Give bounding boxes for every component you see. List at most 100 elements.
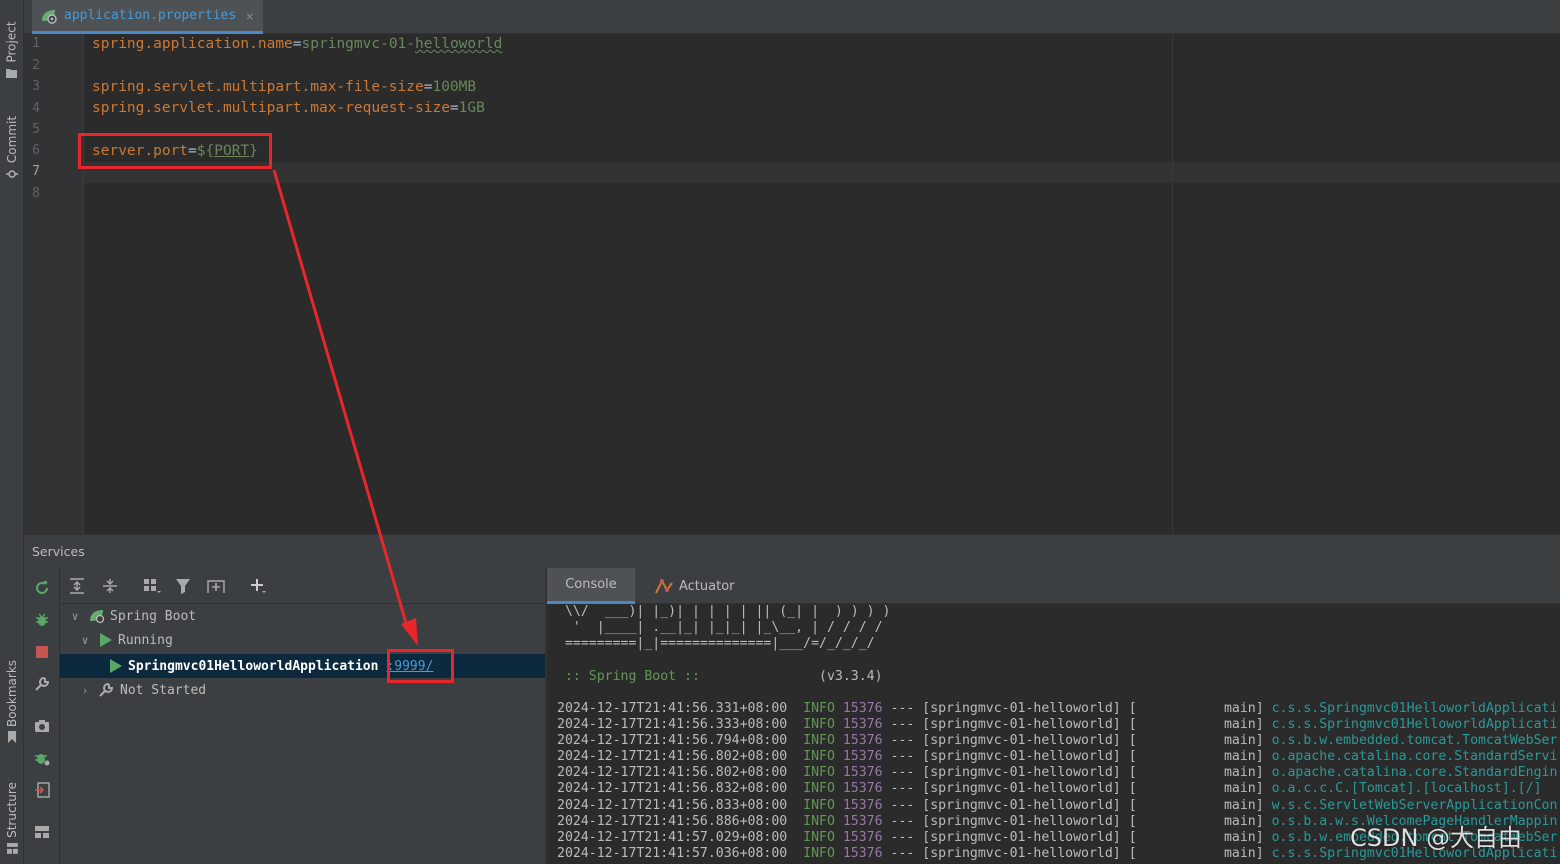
tree-item-label: Spring Boot bbox=[110, 608, 197, 624]
folder-icon bbox=[6, 69, 18, 79]
bookmarks-tool-tab[interactable]: Bookmarks bbox=[0, 650, 24, 752]
new-tab-button[interactable] bbox=[206, 576, 226, 596]
property-value: 1GB bbox=[458, 100, 485, 116]
editor-tab-label: application.properties bbox=[64, 8, 237, 23]
console-tab-bar: Console Actuator bbox=[547, 568, 1560, 604]
tree-item-label: Not Started bbox=[120, 682, 207, 698]
tab-actuator[interactable]: Actuator bbox=[647, 568, 743, 604]
filter-button[interactable] bbox=[174, 576, 194, 596]
snapshot-button[interactable] bbox=[32, 716, 52, 736]
services-tree-toolbar bbox=[60, 568, 545, 604]
property-key: spring.servlet.multipart.max-request-siz… bbox=[92, 100, 450, 116]
login-button[interactable] bbox=[32, 780, 52, 800]
run-triangle-icon bbox=[100, 633, 112, 647]
commit-icon bbox=[6, 170, 19, 178]
chevron-down-icon[interactable]: ∨ bbox=[78, 634, 92, 647]
rerun-button[interactable] bbox=[32, 578, 52, 598]
bookmarks-tab-label: Bookmarks bbox=[5, 659, 20, 728]
code-line-1[interactable]: spring.application.name=springmvc-01-hel… bbox=[92, 34, 502, 55]
stop-button[interactable] bbox=[32, 642, 52, 662]
services-panel-header: Services bbox=[24, 534, 1560, 568]
wrench-icon bbox=[99, 682, 114, 697]
configure-button[interactable] bbox=[32, 674, 52, 694]
debug-settings-button[interactable] bbox=[32, 748, 52, 768]
equals-sign: = bbox=[449, 100, 459, 116]
property-value: 100MB bbox=[432, 79, 477, 95]
editor-tab-bar: application.properties ✕ bbox=[24, 0, 1560, 34]
expand-all-icon bbox=[70, 578, 84, 594]
commit-tab-label: Commit bbox=[5, 115, 20, 164]
tab-console[interactable]: Console bbox=[547, 568, 635, 604]
log-line: 2024-12-17T21:41:56.802+08:00 INFO 15376… bbox=[557, 765, 1558, 780]
annotation-box-port-link bbox=[387, 649, 454, 683]
group-by-button[interactable] bbox=[142, 576, 162, 596]
tab-actuator-label: Actuator bbox=[679, 578, 735, 594]
add-service-button[interactable] bbox=[248, 576, 268, 596]
expand-all-button[interactable] bbox=[67, 576, 87, 596]
tree-item-running[interactable]: ∨ Running bbox=[60, 628, 545, 652]
run-triangle-icon bbox=[110, 659, 122, 673]
project-tab-label: Project bbox=[5, 21, 19, 63]
bookmark-icon bbox=[8, 731, 17, 744]
tree-item-spring-boot[interactable]: ∨ Spring Boot bbox=[60, 604, 545, 628]
equals-sign: = bbox=[292, 36, 302, 52]
structure-tab-label: Structure bbox=[5, 782, 20, 838]
chevron-down-icon[interactable]: ∨ bbox=[68, 610, 82, 623]
commit-tool-tab[interactable]: Commit bbox=[0, 112, 24, 184]
property-value: springmvc-01- bbox=[301, 36, 416, 52]
property-key: spring.application.name bbox=[92, 36, 293, 52]
tab-console-label: Console bbox=[565, 577, 617, 592]
services-action-strip bbox=[24, 568, 60, 864]
log-line: 2024-12-17T21:41:56.833+08:00 INFO 15376… bbox=[557, 798, 1558, 813]
actuator-icon bbox=[655, 578, 673, 594]
services-title: Services bbox=[32, 544, 85, 559]
plus-icon bbox=[251, 579, 266, 593]
services-tree: ∨ Spring Boot ∨ Running Springmvc01Hello… bbox=[60, 604, 545, 864]
debug-button[interactable] bbox=[32, 610, 52, 630]
banner-line: \\/ ___)| |_)| | | | | || (_| | ) ) ) ) bbox=[557, 604, 891, 619]
collapse-all-icon bbox=[103, 579, 117, 593]
close-tab-icon[interactable]: ✕ bbox=[246, 9, 253, 23]
camera-icon bbox=[35, 720, 49, 732]
tree-item-not-started[interactable]: › Not Started bbox=[60, 678, 545, 702]
editor-tab-application-properties[interactable]: application.properties ✕ bbox=[32, 0, 263, 34]
log-line: 2024-12-17T21:41:56.802+08:00 INFO 15376… bbox=[557, 749, 1558, 764]
stop-icon bbox=[36, 646, 48, 658]
rerun-icon bbox=[36, 581, 48, 594]
current-line-highlight bbox=[84, 162, 1560, 183]
line-number: 2 bbox=[32, 58, 40, 73]
group-icon bbox=[144, 579, 161, 593]
property-value-typo: helloworld bbox=[415, 36, 503, 52]
tree-item-label: Running bbox=[118, 632, 173, 648]
property-key: spring.servlet.multipart.max-file-size bbox=[92, 79, 424, 95]
layout-grid-icon bbox=[35, 826, 49, 838]
application-name: Springmvc01HelloworldApplication bbox=[128, 658, 379, 674]
line-number: 5 bbox=[32, 122, 40, 137]
debug-bug-icon bbox=[36, 613, 48, 626]
line-number-gutter: 1 2 3 4 5 6 7 8 bbox=[24, 34, 84, 534]
project-tool-tab[interactable]: Project bbox=[0, 10, 24, 90]
collapse-all-button[interactable] bbox=[100, 576, 120, 596]
structure-icon bbox=[6, 842, 18, 854]
line-number: 4 bbox=[32, 101, 40, 116]
line-number: 1 bbox=[32, 36, 40, 51]
watermark: CSDN @大自由 bbox=[1350, 824, 1523, 852]
spring-boot-version-line: :: Spring Boot :: (v3.3.4) bbox=[557, 669, 883, 685]
line-number: 8 bbox=[32, 186, 40, 201]
annotation-box-server-port bbox=[78, 133, 272, 169]
tree-item-application[interactable]: Springmvc01HelloworldApplication :9999/ bbox=[60, 654, 545, 678]
chevron-right-icon[interactable]: › bbox=[78, 684, 92, 697]
structure-tool-tab[interactable]: Structure bbox=[0, 772, 24, 864]
banner-line: ' |____| .__|_| |_|_| |_\__, | / / / / bbox=[557, 620, 883, 635]
log-line: 2024-12-17T21:41:56.794+08:00 INFO 15376… bbox=[557, 733, 1558, 748]
code-editor[interactable]: 1 2 3 4 5 6 7 8 spring.application.name=… bbox=[24, 34, 1560, 534]
code-line-4[interactable]: spring.servlet.multipart.max-request-siz… bbox=[92, 98, 485, 119]
left-tool-strip: Project Commit Bookmarks Structure bbox=[0, 0, 24, 864]
line-number-current: 7 bbox=[32, 164, 40, 179]
filter-icon bbox=[176, 579, 190, 594]
spring-properties-icon bbox=[42, 9, 57, 24]
layout-button[interactable] bbox=[32, 822, 52, 842]
line-number: 3 bbox=[32, 79, 40, 94]
right-margin-guide bbox=[1172, 34, 1173, 534]
code-line-3[interactable]: spring.servlet.multipart.max-file-size=1… bbox=[92, 77, 476, 98]
